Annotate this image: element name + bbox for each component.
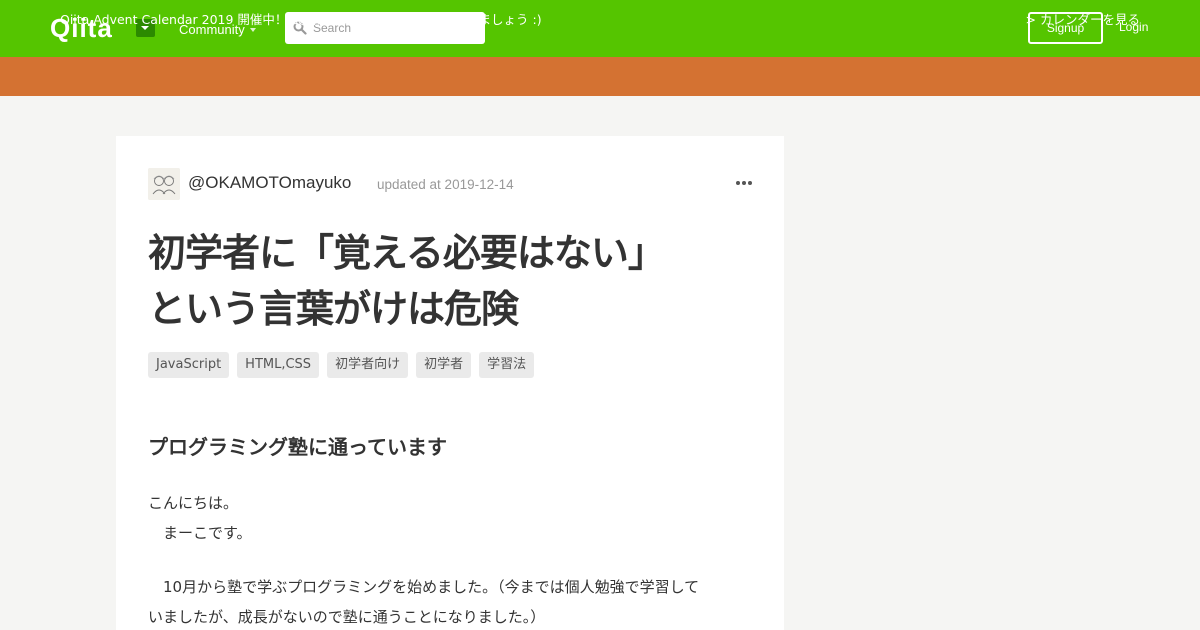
tag-beginner-oriented[interactable]: 初学者向け (327, 352, 409, 378)
announcement-banner (0, 57, 1200, 96)
tag-beginner[interactable]: 初学者 (416, 352, 472, 378)
title-line-1: 初学者に「覚える必要はない」 (148, 231, 666, 275)
avatar-illustration-icon (148, 168, 180, 200)
article-card (116, 136, 784, 630)
author-username[interactable]: @OKAMOTOmayuko (188, 173, 351, 193)
author-avatar[interactable] (148, 168, 180, 200)
updated-date: updated at 2019-12-14 (377, 177, 514, 192)
tag-javascript[interactable]: JavaScript (148, 352, 230, 378)
paragraph-line: 10月から塾で学ぶプログラミングを始めました。（今までは個人勉強で学習して (148, 578, 700, 596)
tag-html-css[interactable]: HTML,CSS (237, 352, 320, 378)
calendar-link[interactable]: > カレンダーを見る (1026, 11, 1140, 28)
paragraph-line: まーこです。 (148, 524, 252, 542)
announcement-text[interactable]: Qiita Advent Calendar 2019 開催中！ 最高に盛り上がる… (60, 11, 542, 28)
paragraph-line: こんにちは。 (148, 494, 239, 512)
tag-study-method[interactable]: 学習法 (479, 352, 535, 378)
article-title: 初学者に「覚える必要はない」 という言葉がけは危険 (148, 225, 748, 337)
chevron-down-icon (250, 28, 256, 32)
paragraph-greeting: こんにちは。 まーこです。 (148, 488, 252, 548)
more-options-icon[interactable] (735, 179, 753, 189)
tag-list: JavaScript HTML,CSS 初学者向け 初学者 学習法 (148, 352, 535, 378)
paragraph-intro: 10月から塾で学ぶプログラミングを始めました。（今までは個人勉強で学習して いま… (148, 572, 748, 630)
section-heading: プログラミング塾に通っています (148, 435, 447, 459)
paragraph-line: いましたが、成長がないので塾に通うことになりました。） (148, 608, 546, 626)
title-line-2: という言葉がけは危険 (148, 287, 519, 331)
